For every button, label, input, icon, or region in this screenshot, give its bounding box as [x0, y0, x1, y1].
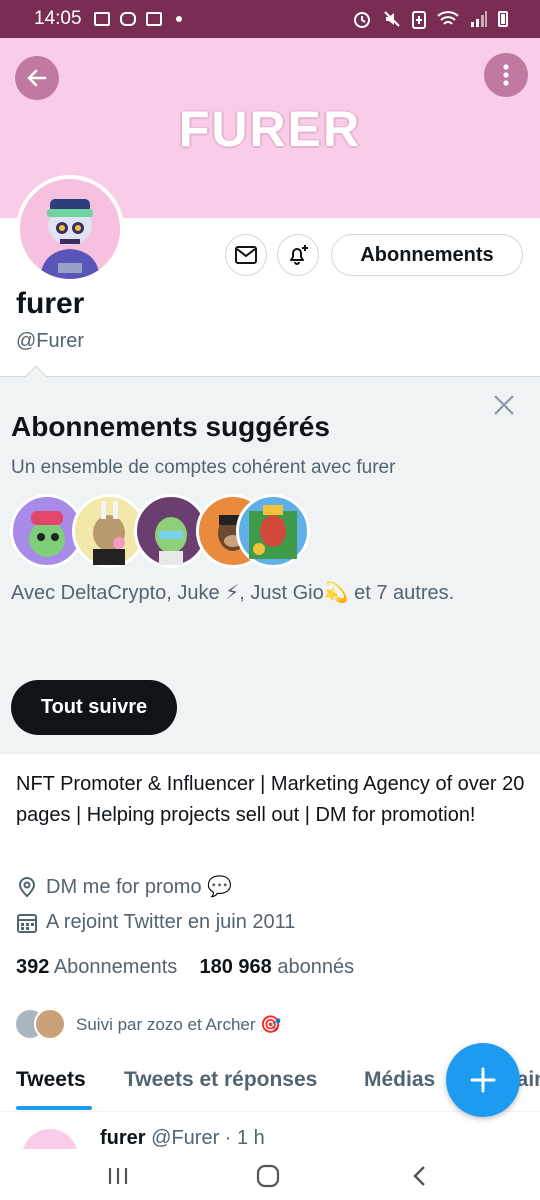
joined-text: A rejoint Twitter en juin 2011	[46, 911, 296, 933]
suggested-avatars[interactable]	[10, 494, 310, 570]
skull-avatar-image	[20, 179, 120, 279]
active-tab-indicator	[16, 1106, 92, 1110]
notification-icons	[93, 12, 182, 26]
followers-count: 180 968	[199, 956, 272, 978]
followers-link[interactable]: 180 968 abonnés	[199, 956, 354, 978]
arrow-left-icon	[27, 69, 47, 87]
home-icon	[256, 1164, 280, 1188]
recent-apps-icon	[108, 1168, 128, 1184]
profile-bio: NFT Promoter & Influencer | Marketing Ag…	[16, 773, 525, 826]
compose-tweet-button[interactable]	[446, 1043, 520, 1117]
more-options-button[interactable]	[484, 53, 528, 97]
tweet-meta: @Furer · 1 h	[151, 1127, 265, 1149]
status-bar: 14:05	[0, 0, 540, 38]
following-label: Abonnements	[53, 956, 178, 978]
battery-icon	[498, 11, 508, 27]
location-text: DM me for promo 💬	[46, 876, 233, 898]
back-button[interactable]	[15, 56, 59, 100]
tweet-author: furer	[100, 1127, 146, 1149]
following-link[interactable]: 392 Abonnements	[16, 956, 177, 978]
gallery-icon	[93, 12, 110, 26]
back-nav-button[interactable]	[400, 1158, 440, 1194]
close-icon[interactable]	[490, 391, 518, 419]
system-navigation-bar	[0, 1150, 540, 1200]
follower-avatar	[34, 1008, 66, 1040]
signal-icon	[471, 11, 487, 27]
profile-name: furer	[16, 287, 85, 320]
calendar-icon	[17, 913, 37, 933]
profile-avatar[interactable]	[16, 175, 124, 283]
wifi-icon	[437, 11, 459, 25]
chevron-left-icon	[413, 1166, 425, 1186]
system-icons	[352, 9, 508, 29]
banner-title: FURER	[178, 101, 362, 157]
joined-row: A rejoint Twitter en juin 2011	[16, 911, 295, 934]
tab-tweets[interactable]: Tweets	[16, 1068, 86, 1092]
followers-label: abonnés	[277, 956, 355, 978]
tweet-header: furer @Furer · 1 h	[100, 1127, 265, 1149]
status-time: 14:05	[34, 8, 82, 29]
notifications-button[interactable]	[277, 234, 319, 276]
following-count: 392	[16, 956, 50, 978]
suggested-follows-panel: Abonnements suggérés Un ensemble de comp…	[0, 365, 540, 754]
tweet-preview[interactable]: furer @Furer · 1 h	[0, 1113, 540, 1149]
suggested-avatar	[236, 494, 310, 568]
mute-icon	[384, 11, 400, 27]
alarm-icon	[354, 12, 370, 28]
more-notifications-icon	[175, 16, 182, 22]
suggested-title: Abonnements suggérés	[11, 411, 330, 442]
recent-apps-button[interactable]	[98, 1158, 138, 1194]
tweet-avatar	[22, 1129, 78, 1149]
following-button[interactable]: Abonnements	[331, 234, 523, 276]
plus-icon	[470, 1067, 496, 1093]
followed-by-text: Suivi par zozo et Archer 🎯	[76, 1015, 282, 1034]
profile-handle: @Furer	[16, 330, 85, 352]
tab-media[interactable]: Médias	[364, 1068, 435, 1092]
suggested-subtitle: Un ensemble de comptes cohérent avec fur…	[11, 457, 396, 478]
home-button[interactable]	[248, 1158, 288, 1194]
more-vertical-icon	[503, 64, 509, 86]
followed-by-row[interactable]: Suivi par zozo et Archer 🎯	[14, 1008, 281, 1042]
discord-icon	[119, 12, 136, 26]
bell-plus-icon	[290, 245, 308, 265]
location-row: DM me for promo 💬	[16, 874, 232, 899]
message-button[interactable]	[225, 234, 267, 276]
data-saver-icon	[412, 11, 426, 29]
suggested-accounts-text: Avec DeltaCrypto, Juke ⚡, Just Gio💫 et 7…	[11, 582, 455, 604]
mail-icon	[145, 12, 162, 26]
location-pin-icon	[18, 876, 36, 897]
envelope-icon	[235, 246, 257, 264]
follow-stats: 392 Abonnements 180 968 abonnés	[16, 956, 354, 979]
tab-tweets-replies[interactable]: Tweets et réponses	[124, 1068, 317, 1092]
follow-all-button[interactable]: Tout suivre	[11, 680, 177, 735]
